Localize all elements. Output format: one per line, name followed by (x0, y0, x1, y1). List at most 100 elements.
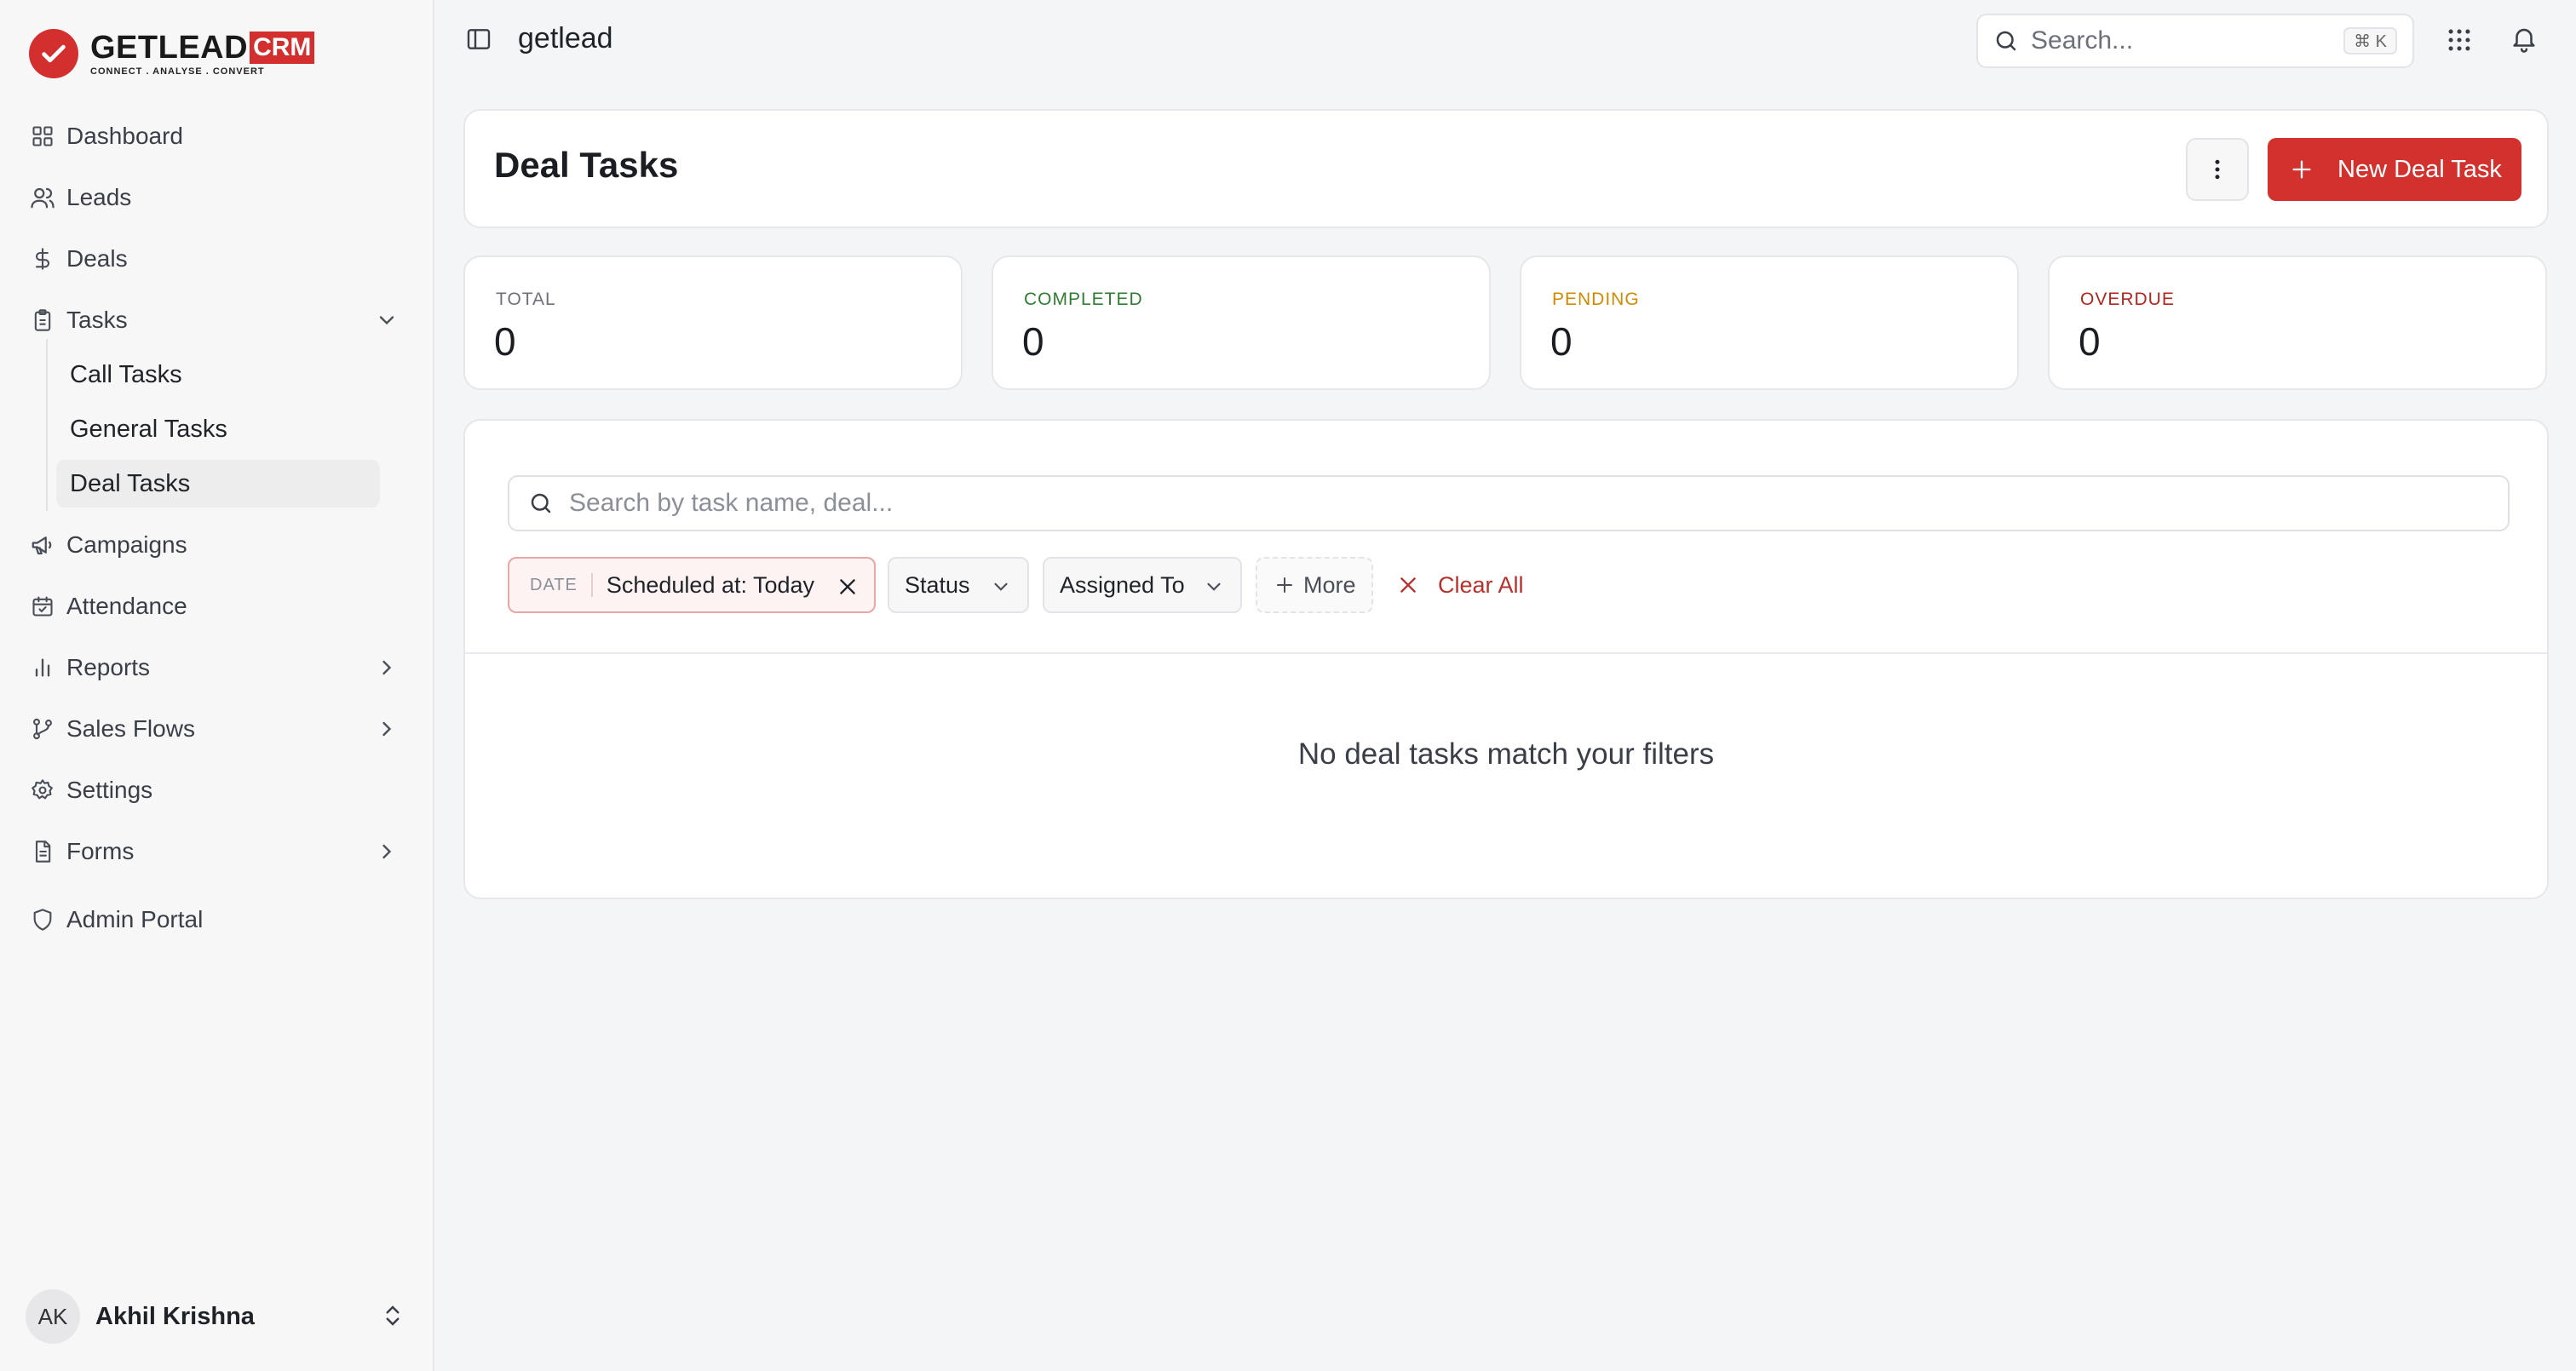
stat-value: 0 (1550, 319, 1573, 364)
date-filter-value: Scheduled at: Today (606, 571, 815, 598)
sidebar-item-label: Forms (66, 838, 135, 864)
sidebar-subitem-deal-tasks[interactable]: Deal Tasks (56, 460, 380, 508)
sidebar-item-label: Attendance (66, 593, 187, 619)
chevrons-up-down-icon (380, 1303, 407, 1330)
sidebar-item-campaigns[interactable]: Campaigns (17, 519, 417, 571)
plus-icon (1274, 575, 1295, 595)
search-icon (528, 490, 554, 516)
avatar: AK (26, 1289, 80, 1344)
bar-chart-icon (29, 654, 56, 681)
chevron-right-icon (375, 656, 399, 680)
new-deal-task-label: New Deal Task (2337, 155, 2502, 183)
stat-label: PENDING (1552, 290, 1640, 309)
stat-value: 0 (2079, 319, 2101, 364)
stat-label: TOTAL (496, 290, 556, 309)
stat-card-pending: PENDING 0 (1520, 255, 2019, 390)
sidebar-subitem-general-tasks[interactable]: General Tasks (56, 405, 380, 453)
user-name: Akhil Krishna (95, 1302, 255, 1330)
sidebar-item-leads[interactable]: Leads (17, 172, 417, 223)
megaphone-icon (29, 531, 56, 559)
status-filter-label: Status (905, 571, 970, 598)
deal-tasks-list: Search by task name, deal... DATE Schedu… (463, 419, 2549, 899)
stat-value: 0 (494, 319, 516, 364)
logo-tagline: CONNECT . ANALYSE . CONVERT (90, 66, 265, 77)
assigned-to-filter-label: Assigned To (1060, 571, 1185, 598)
more-options-button[interactable] (2186, 138, 2249, 201)
stat-value: 0 (1022, 319, 1044, 364)
close-icon (1397, 574, 1419, 596)
clear-all-label: Clear All (1438, 571, 1524, 598)
close-icon[interactable] (837, 576, 859, 598)
shield-icon (29, 906, 56, 933)
gear-icon (29, 777, 56, 804)
sidebar-subitem-call-tasks[interactable]: Call Tasks (56, 351, 380, 399)
check-logo-icon (29, 29, 78, 78)
stat-label: OVERDUE (2080, 290, 2175, 309)
brand-logo[interactable]: GETLEAD CRM CONNECT . ANALYSE . CONVERT (29, 27, 315, 80)
global-search-placeholder: Search... (2031, 26, 2134, 54)
divider (465, 652, 2547, 654)
sidebar-item-label: Dashboard (66, 123, 183, 149)
stat-card-overdue: OVERDUE 0 (2048, 255, 2547, 390)
more-vertical-icon (2205, 157, 2230, 182)
chevron-down-icon (375, 308, 399, 332)
page-title: Deal Tasks (494, 145, 679, 185)
new-deal-task-button[interactable]: New Deal Task (2268, 138, 2521, 201)
task-search-placeholder: Search by task name, deal... (569, 489, 894, 517)
status-filter-dropdown[interactable]: Status (888, 557, 1029, 613)
sidebar-item-settings[interactable]: Settings (17, 765, 417, 816)
clear-all-filters-button[interactable]: Clear All (1390, 557, 1524, 613)
dollar-icon (29, 245, 56, 272)
git-branch-icon (29, 715, 56, 743)
stat-card-total: TOTAL 0 (463, 255, 963, 390)
logo-name: GETLEAD (90, 29, 249, 66)
stat-label: COMPLETED (1024, 290, 1143, 309)
apps-grid-icon[interactable] (2445, 26, 2475, 56)
bell-icon[interactable] (2510, 24, 2540, 54)
submenu-guide-line (46, 339, 48, 511)
chevron-right-icon (375, 840, 399, 863)
sidebar-item-label: Tasks (66, 307, 128, 333)
topbar: getlead Search... ⌘ K (436, 0, 2576, 80)
search-icon (1993, 28, 2019, 54)
sidebar-item-admin-portal[interactable]: Admin Portal (17, 894, 417, 945)
sidebar-item-label: Leads (66, 184, 132, 210)
search-shortcut-badge: ⌘ K (2343, 27, 2397, 54)
sidebar-item-label: Settings (66, 777, 153, 803)
calendar-check-icon (29, 593, 56, 620)
user-menu[interactable]: AK Akhil Krishna (26, 1289, 409, 1344)
date-filter-chip[interactable]: DATE Scheduled at: Today (508, 557, 876, 613)
task-search-input[interactable]: Search by task name, deal... (508, 475, 2510, 531)
grid-icon (29, 123, 56, 150)
sidebar-toggle-icon[interactable] (465, 26, 494, 54)
stat-card-completed: COMPLETED 0 (992, 255, 1491, 390)
more-filters-label: More (1303, 571, 1356, 598)
sidebar-item-reports[interactable]: Reports (17, 642, 417, 693)
sidebar-item-label: Sales Flows (66, 715, 195, 742)
sidebar: GETLEAD CRM CONNECT . ANALYSE . CONVERT … (0, 0, 434, 1371)
workspace-title: getlead (518, 22, 613, 54)
more-filters-button[interactable]: More (1256, 557, 1373, 613)
page-header: Deal Tasks New Deal Task (463, 109, 2549, 228)
filter-bar: DATE Scheduled at: Today Status Assigned… (508, 557, 2510, 613)
logo-crm: CRM (250, 32, 315, 64)
date-filter-tag: DATE (530, 575, 578, 594)
empty-state-message: No deal tasks match your filters (1297, 737, 1715, 771)
clipboard-icon (29, 307, 56, 334)
users-icon (29, 184, 56, 211)
sidebar-item-label: Admin Portal (66, 906, 204, 932)
sidebar-item-forms[interactable]: Forms (17, 826, 417, 877)
sidebar-item-deals[interactable]: Deals (17, 233, 417, 284)
chip-divider (590, 573, 593, 597)
sidebar-item-label: Deals (66, 245, 128, 272)
sidebar-item-dashboard[interactable]: Dashboard (17, 111, 417, 162)
sidebar-item-attendance[interactable]: Attendance (17, 581, 417, 632)
chevron-right-icon (375, 717, 399, 741)
plus-icon (2290, 158, 2314, 181)
sidebar-item-label: Reports (66, 654, 151, 680)
chevron-down-icon (990, 576, 1012, 598)
sidebar-item-sales-flows[interactable]: Sales Flows (17, 703, 417, 754)
sidebar-item-tasks[interactable]: Tasks (17, 295, 417, 346)
assigned-to-filter-dropdown[interactable]: Assigned To (1043, 557, 1242, 613)
global-search-input[interactable]: Search... ⌘ K (1976, 14, 2414, 68)
